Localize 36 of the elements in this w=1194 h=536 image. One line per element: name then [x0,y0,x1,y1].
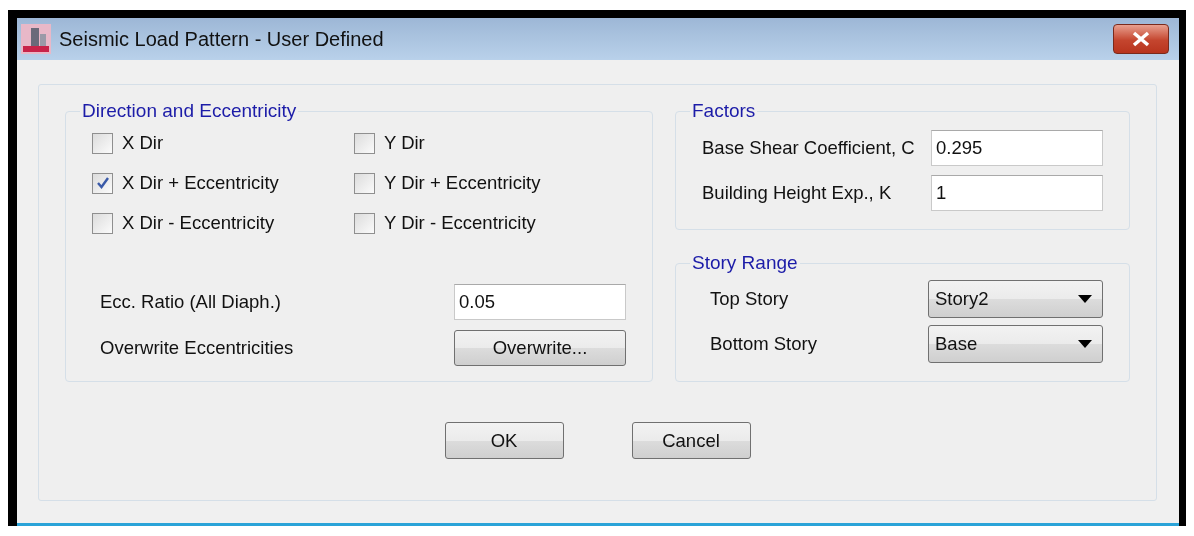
window-title: Seismic Load Pattern - User Defined [59,27,385,51]
checkbox-label: X Dir - Eccentricity [122,212,275,234]
group-title: Factors [691,100,757,122]
input-field[interactable]: 1 [931,175,1103,211]
group-title: Story Range [691,252,799,274]
checkbox[interactable] [354,172,375,194]
dropdown[interactable]: Story2 [928,280,1103,318]
dropdown-caret-icon [1078,295,1092,303]
check-icon [95,176,110,190]
checkbox[interactable] [92,132,113,154]
overwrite-button[interactable]: Overwrite... [454,330,626,366]
dialog-button[interactable]: Cancel [631,422,751,459]
checkbox[interactable] [354,132,375,154]
checkbox-label: Y Dir [384,132,425,154]
checkbox-label: X Dir + Eccentricity [122,172,279,194]
app-icon [21,24,51,54]
checkbox[interactable] [354,212,375,234]
input-field[interactable]: 0.295 [931,130,1103,166]
field-label: Bottom Story [710,333,817,355]
field-label: Ecc. Ratio (All Diaph.) [100,291,281,313]
field-label: Base Shear Coefficient, C [702,137,915,159]
field-label: Top Story [710,288,789,310]
field-label: Overwrite Eccentricities [100,337,294,359]
input-field[interactable]: 0.05 [454,284,626,320]
close-button[interactable] [1113,24,1169,54]
group-title: Direction and Eccentricity [81,100,298,122]
checkbox[interactable] [92,212,113,234]
field-label: Building Height Exp., K [702,182,892,204]
dropdown[interactable]: Base [928,325,1103,363]
dialog-button[interactable]: OK [444,422,564,459]
dropdown-caret-icon [1078,340,1092,348]
checkbox[interactable] [92,172,113,194]
close-icon [1131,31,1151,47]
checkbox-label: X Dir [122,132,164,154]
checkbox-label: Y Dir - Eccentricity [384,212,536,234]
checkbox-label: Y Dir + Eccentricity [384,172,541,194]
